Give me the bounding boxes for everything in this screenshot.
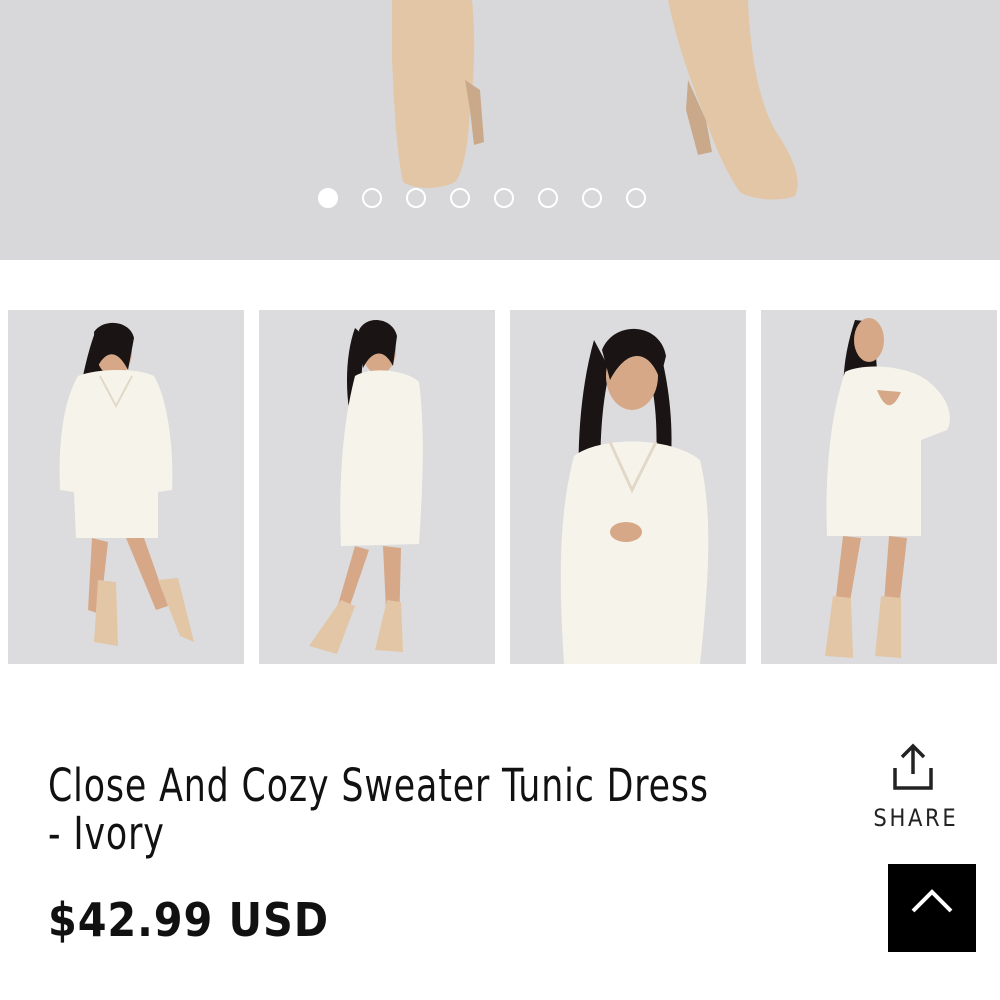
boots-image [392,0,798,200]
carousel-dot[interactable] [538,188,558,208]
carousel-dot[interactable] [582,188,602,208]
thumbnail-closeup[interactable] [510,310,746,664]
thumbnail-back[interactable] [761,310,997,664]
thumbnail-side[interactable] [259,310,495,664]
back-to-top-button[interactable] [888,864,976,952]
model-side-image [309,319,423,654]
share-icon [893,743,933,790]
carousel-dot[interactable] [626,188,646,208]
carousel-dot[interactable] [318,188,338,208]
model-front-image [59,322,194,646]
model-closeup-image [560,328,709,664]
carousel-dot[interactable] [494,188,514,208]
thumbnail-gallery [8,310,997,664]
product-title: Close And Cozy Sweater Tunic Dress - Ivo… [48,759,709,860]
hero-image[interactable] [0,0,1000,260]
carousel-dot[interactable] [406,188,426,208]
carousel-indicators [318,188,646,208]
product-price: $42.99 USD [48,893,329,947]
carousel-dot[interactable] [450,188,470,208]
carousel-dot[interactable] [362,188,382,208]
share-label: SHARE [873,804,959,832]
chevron-up-icon [911,889,953,913]
model-back-image [825,318,950,658]
share-button[interactable]: SHARE [868,742,958,832]
thumbnail-front[interactable] [8,310,244,664]
